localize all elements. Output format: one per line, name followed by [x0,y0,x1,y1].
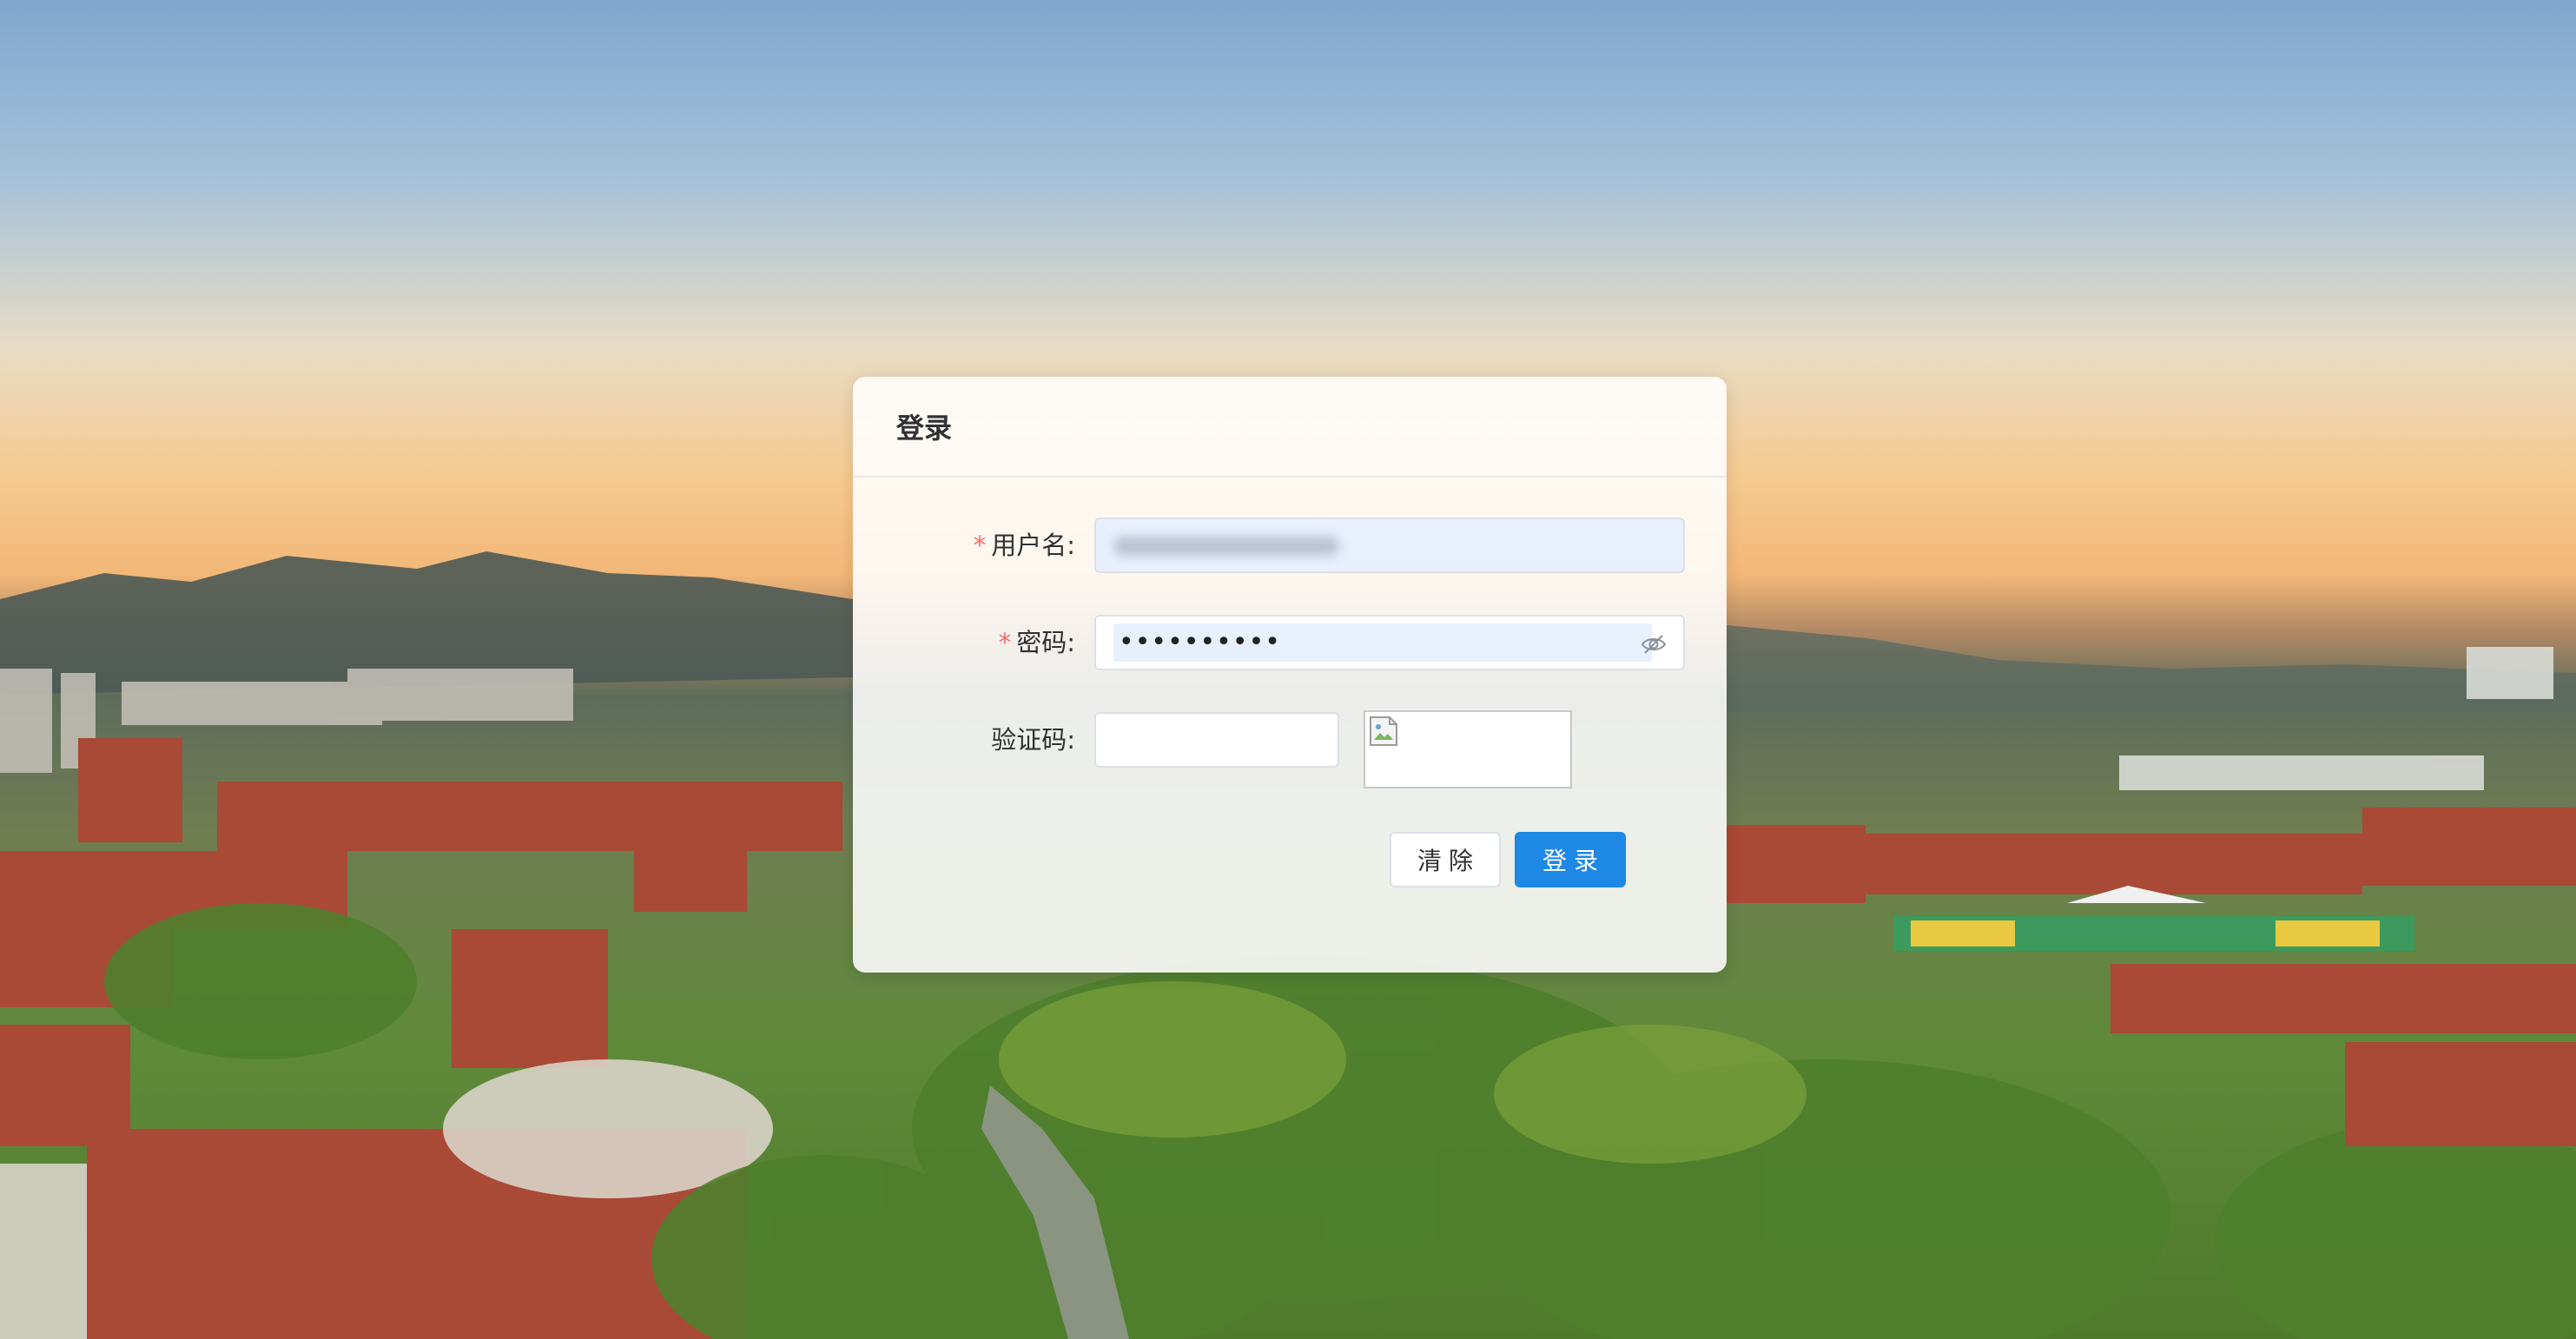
actions-row: 清除 登录 [853,832,1727,887]
password-input[interactable]: •••••••••• [1094,615,1685,670]
username-label: * 用户名: [974,518,1075,573]
password-label-text: 密码: [1016,628,1075,657]
login-dialog: 登录 * 用户名: * 密码: •••••••••• 验证码: 清除 登录 [853,377,1727,973]
captcha-input[interactable] [1094,712,1339,768]
captcha-row: 验证码: [853,710,1727,788]
login-button[interactable]: 登录 [1515,832,1626,887]
required-mark: * [998,628,1012,657]
password-row: * 密码: •••••••••• [853,615,1727,670]
captcha-image[interactable] [1364,710,1572,788]
username-row: * 用户名: [853,518,1727,573]
eye-hidden-icon[interactable] [1640,630,1668,658]
dialog-title: 登录 [896,412,953,445]
password-label: * 密码: [999,615,1075,670]
redacted-username [1113,537,1339,556]
username-input[interactable] [1094,518,1685,573]
password-masked-value: •••••••••• [1119,627,1281,657]
username-label-text: 用户名: [991,531,1075,560]
dialog-header: 登录 [853,377,1727,478]
clear-button[interactable]: 清除 [1390,832,1501,887]
required-mark: * [973,531,987,560]
captcha-label: 验证码: [991,725,1075,755]
broken-image-icon [1370,716,1397,746]
